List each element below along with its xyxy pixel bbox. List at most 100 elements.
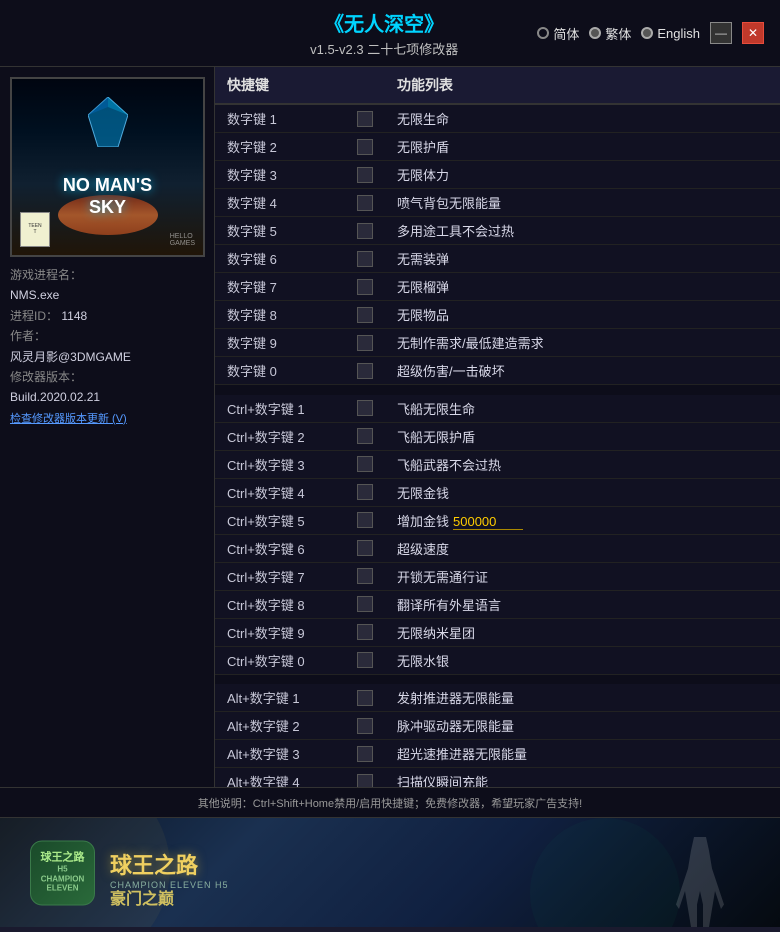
close-button[interactable]: ✕ [742,22,764,44]
cheat-checkbox-cell[interactable] [345,161,385,189]
cheat-checkbox-cell[interactable] [345,450,385,478]
cheat-desc: 无限体力 [385,161,780,189]
cheat-desc: 飞船无限护盾 [385,422,780,450]
cheat-checkbox[interactable] [357,335,373,351]
cheat-checkbox[interactable] [357,652,373,668]
lang-english[interactable]: English [641,26,700,41]
process-id-value: 1148 [61,309,87,323]
cheat-checkbox-cell[interactable] [345,133,385,161]
header-controls: 简体 繁体 English — ✕ [537,22,764,44]
cheat-checkbox[interactable] [357,139,373,155]
cheat-key: Ctrl+数字键 1 [215,395,345,423]
cheat-checkbox-cell[interactable] [345,740,385,768]
cheat-checkbox-cell[interactable] [345,245,385,273]
cheat-desc: 增加金钱 [385,506,780,534]
table-row: Ctrl+数字键 1 飞船无限生命 [215,395,780,423]
cheat-checkbox[interactable] [357,251,373,267]
table-row: 数字键 0 超级伤害/一击破坏 [215,357,780,385]
table-row: 数字键 1 无限生命 [215,104,780,133]
cheat-checkbox[interactable] [357,363,373,379]
cheat-table: 快捷键 功能列表 数字键 1 无限生命 数字键 2 无限护盾 数字键 3 无限体… [215,67,780,787]
cheat-checkbox-cell[interactable] [345,618,385,646]
ad-banner[interactable]: 球王之路 H5 CHAMPION ELEVEN 球王之路 CHAMPION EL… [0,817,780,927]
cheat-checkbox-cell[interactable] [345,684,385,712]
table-row: Ctrl+数字键 8 翻译所有外星语言 [215,590,780,618]
gold-amount-input[interactable] [453,514,523,530]
table-row: Alt+数字键 1 发射推进器无限能量 [215,684,780,712]
cheat-desc: 无限水银 [385,646,780,674]
cheat-checkbox-cell[interactable] [345,104,385,133]
cheat-checkbox[interactable] [357,596,373,612]
cheat-checkbox[interactable] [357,568,373,584]
cheat-checkbox[interactable] [357,624,373,640]
cover-rating-badge: TEENT [20,212,50,247]
cheat-checkbox[interactable] [357,167,373,183]
cheat-checkbox-cell[interactable] [345,329,385,357]
app-header: 《无人深空》 v1.5-v2.3 二十七项修改器 简体 繁体 English —… [0,0,780,67]
cheat-checkbox[interactable] [357,484,373,500]
cheat-key: 数字键 0 [215,357,345,385]
cheat-key: 数字键 8 [215,301,345,329]
table-row: 数字键 3 无限体力 [215,161,780,189]
cheat-checkbox-cell[interactable] [345,189,385,217]
cheat-desc: 超光速推进器无限能量 [385,740,780,768]
cheat-checkbox[interactable] [357,279,373,295]
cheat-checkbox[interactable] [357,718,373,734]
cheat-checkbox-cell[interactable] [345,506,385,534]
ad-logo-badge: 球王之路 H5 CHAMPION ELEVEN [30,840,95,905]
table-row: Alt+数字键 3 超光速推进器无限能量 [215,740,780,768]
table-row: 数字键 7 无限榴弹 [215,273,780,301]
cheat-checkbox-cell[interactable] [345,590,385,618]
game-info: 游戏进程名： NMS.exe 进程ID： 1148 作者： 风灵月影@3DMGA… [10,265,204,428]
table-row: Alt+数字键 2 脉冲驱动器无限能量 [215,712,780,740]
game-process-value: NMS.exe [10,288,59,302]
cheat-checkbox[interactable] [357,428,373,444]
radio-simplified [537,27,549,39]
cheat-checkbox[interactable] [357,456,373,472]
cheat-key: Alt+数字键 3 [215,740,345,768]
cheat-checkbox[interactable] [357,307,373,323]
cheat-checkbox-cell[interactable] [345,768,385,788]
cheat-checkbox-cell[interactable] [345,357,385,385]
cheat-checkbox-cell[interactable] [345,301,385,329]
cheat-checkbox-cell[interactable] [345,646,385,674]
cheat-key: 数字键 2 [215,133,345,161]
cheat-desc: 喷气背包无限能量 [385,189,780,217]
cheat-checkbox[interactable] [357,774,373,787]
cheat-desc: 无限护盾 [385,133,780,161]
cheat-key: Alt+数字键 2 [215,712,345,740]
cheat-checkbox[interactable] [357,223,373,239]
cheat-checkbox[interactable] [357,111,373,127]
cover-logo-line2: SKY [63,197,152,219]
cheat-checkbox-cell[interactable] [345,478,385,506]
cheat-key: 数字键 4 [215,189,345,217]
check-update-link[interactable]: 检查修改器版本更新 (V) [10,408,204,429]
table-row: 数字键 4 喷气背包无限能量 [215,189,780,217]
cheat-checkbox-cell[interactable] [345,422,385,450]
radio-english [641,27,653,39]
table-row: 数字键 6 无需装弹 [215,245,780,273]
cheat-desc: 飞船无限生命 [385,395,780,423]
lang-traditional-label: 繁体 [605,24,631,43]
cheat-key: Ctrl+数字键 3 [215,450,345,478]
game-process-label: 游戏进程名： NMS.exe [10,265,204,306]
cheat-desc: 飞船武器不会过热 [385,450,780,478]
lang-simplified[interactable]: 简体 [537,24,579,43]
cheat-checkbox[interactable] [357,400,373,416]
cheat-key: 数字键 1 [215,104,345,133]
cheat-checkbox[interactable] [357,746,373,762]
cheat-checkbox-cell[interactable] [345,395,385,423]
cheat-checkbox-cell[interactable] [345,562,385,590]
cheat-checkbox-cell[interactable] [345,534,385,562]
minimize-button[interactable]: — [710,22,732,44]
cheat-checkbox[interactable] [357,540,373,556]
cheat-checkbox[interactable] [357,690,373,706]
cheat-checkbox[interactable] [357,512,373,528]
table-row: 数字键 5 多用途工具不会过热 [215,217,780,245]
lang-traditional[interactable]: 繁体 [589,24,631,43]
cheat-checkbox[interactable] [357,195,373,211]
cheat-desc: 多用途工具不会过热 [385,217,780,245]
cheat-checkbox-cell[interactable] [345,712,385,740]
cheat-checkbox-cell[interactable] [345,273,385,301]
cheat-checkbox-cell[interactable] [345,217,385,245]
